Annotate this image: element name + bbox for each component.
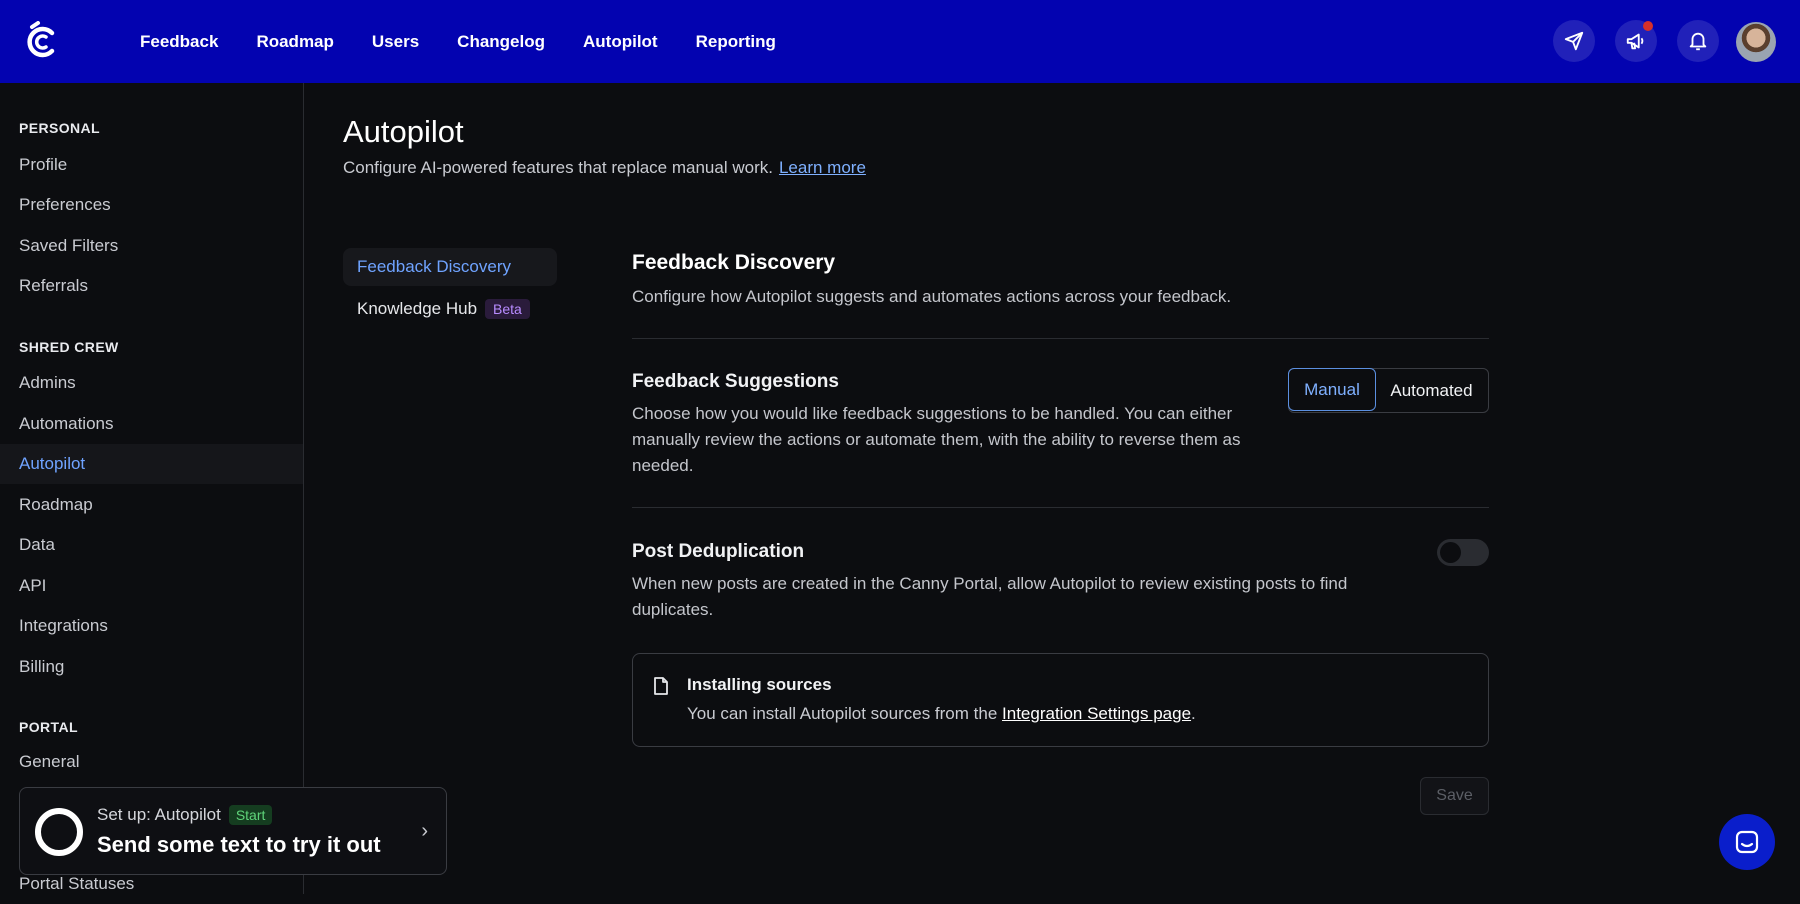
sidebar-section-portal: PORTAL [19, 719, 78, 735]
start-badge: Start [228, 805, 273, 825]
nav-users[interactable]: Users [372, 32, 419, 52]
tab-feedback-discovery[interactable]: Feedback Discovery [343, 248, 557, 286]
tab-knowledge-hub[interactable]: Knowledge Hub Beta [343, 290, 557, 328]
sidebar-item-preferences[interactable]: Preferences [0, 185, 303, 225]
manual-option[interactable]: Manual [1288, 368, 1376, 411]
setup-task: Send some text to try it out [97, 832, 381, 857]
sidebar-item-saved-filters[interactable]: Saved Filters [0, 226, 303, 266]
page-subtitle: Configure AI-powered features that repla… [343, 158, 866, 178]
learn-more-link[interactable]: Learn more [779, 158, 866, 177]
send-icon [1564, 31, 1584, 51]
sidebar-item-autopilot[interactable]: Autopilot [0, 444, 303, 484]
canny-logo-icon[interactable] [24, 21, 58, 61]
sidebar-item-api[interactable]: API [0, 566, 303, 606]
nav-autopilot[interactable]: Autopilot [583, 32, 658, 52]
document-icon [654, 677, 668, 695]
sidebar-item-data[interactable]: Data [0, 525, 303, 565]
feedback-suggestions-title: Feedback Suggestions [632, 371, 839, 392]
page-title: Autopilot [343, 114, 464, 149]
progress-ring-icon [35, 808, 83, 856]
settings-sidebar: PERSONAL Profile Preferences Saved Filte… [0, 83, 304, 894]
sidebar-item-profile[interactable]: Profile [0, 145, 303, 185]
sidebar-item-roadmap[interactable]: Roadmap [0, 485, 303, 525]
nav-roadmap[interactable]: Roadmap [256, 32, 333, 52]
beta-badge: Beta [485, 299, 530, 319]
page-subtitle-text: Configure AI-powered features that repla… [343, 158, 773, 177]
sidebar-item-integrations[interactable]: Integrations [0, 606, 303, 646]
feedback-suggestions-description: Choose how you would like feedback sugge… [632, 404, 1241, 475]
setup-header: Set up: Autopilot Start [97, 805, 273, 825]
sidebar-item-admins[interactable]: Admins [0, 363, 303, 403]
send-button[interactable] [1553, 20, 1595, 62]
post-deduplication-title: Post Deduplication [632, 541, 805, 562]
sidebar-section-team: SHRED CREW [19, 339, 119, 355]
support-chat-button[interactable] [1719, 814, 1775, 870]
bell-icon [1689, 32, 1707, 51]
post-deduplication-description: When new posts are created in the Canny … [632, 574, 1348, 619]
divider [632, 507, 1489, 508]
changelog-announce-button[interactable] [1615, 20, 1657, 62]
sidebar-item-general[interactable]: General [0, 742, 303, 782]
automated-option[interactable]: Automated [1375, 369, 1488, 412]
section-description: Configure how Autopilot suggests and aut… [632, 287, 1232, 306]
suggestions-mode-toggle: Manual Automated [1288, 368, 1489, 413]
megaphone-icon [1626, 33, 1644, 50]
setup-label: Set up: Autopilot [97, 805, 221, 824]
notifications-button[interactable] [1677, 20, 1719, 62]
chevron-right-icon: › [421, 820, 428, 842]
avatar[interactable] [1736, 22, 1776, 62]
sidebar-item-automations[interactable]: Automations [0, 404, 303, 444]
setup-checklist-card[interactable]: Set up: Autopilot Start Send some text t… [19, 787, 447, 875]
post-deduplication-toggle[interactable] [1437, 539, 1489, 566]
nav-changelog[interactable]: Changelog [457, 32, 545, 52]
toggle-knob [1440, 542, 1461, 563]
integration-settings-link[interactable]: Integration Settings page [1002, 704, 1191, 723]
top-nav-bar: Feedback Roadmap Users Changelog Autopil… [0, 0, 1800, 83]
callout-period: . [1191, 704, 1196, 723]
chat-icon [1735, 830, 1759, 854]
divider [632, 338, 1489, 339]
sidebar-section-personal: PERSONAL [19, 120, 100, 136]
callout-text: You can install Autopilot sources from t… [687, 704, 1196, 724]
tab-knowledge-hub-label: Knowledge Hub [357, 299, 478, 318]
installing-sources-callout: Installing sources You can install Autop… [632, 653, 1489, 747]
sidebar-item-referrals[interactable]: Referrals [0, 266, 303, 306]
section-title: Feedback Discovery [632, 251, 836, 274]
nav-reporting[interactable]: Reporting [696, 32, 776, 52]
notification-dot [1643, 21, 1653, 31]
sidebar-item-billing[interactable]: Billing [0, 647, 303, 687]
main-nav: Feedback Roadmap Users Changelog Autopil… [140, 0, 814, 83]
save-button[interactable]: Save [1420, 777, 1489, 815]
nav-feedback[interactable]: Feedback [140, 32, 218, 52]
callout-body: You can install Autopilot sources from t… [687, 704, 998, 723]
callout-title: Installing sources [687, 675, 832, 694]
